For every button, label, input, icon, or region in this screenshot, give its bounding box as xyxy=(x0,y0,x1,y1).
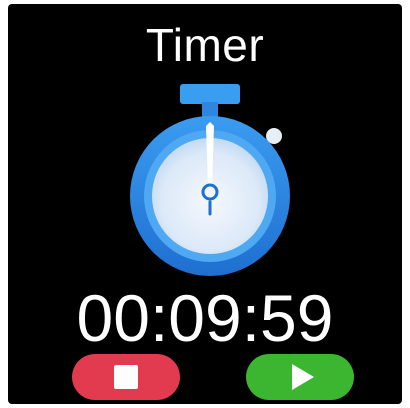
play-icon xyxy=(292,364,314,390)
device-frame: Timer 00:09:59 xyxy=(0,0,410,408)
stop-icon xyxy=(114,365,138,389)
play-button[interactable] xyxy=(246,354,354,400)
page-title: Timer xyxy=(145,19,265,71)
stop-button[interactable] xyxy=(72,354,180,400)
stopwatch-stem xyxy=(202,102,218,118)
watch-screen: Timer 00:09:59 xyxy=(8,4,402,404)
stopwatch-icon xyxy=(130,84,290,276)
stopwatch-crown xyxy=(180,84,240,104)
timer-display: 00:09:59 xyxy=(76,281,334,355)
